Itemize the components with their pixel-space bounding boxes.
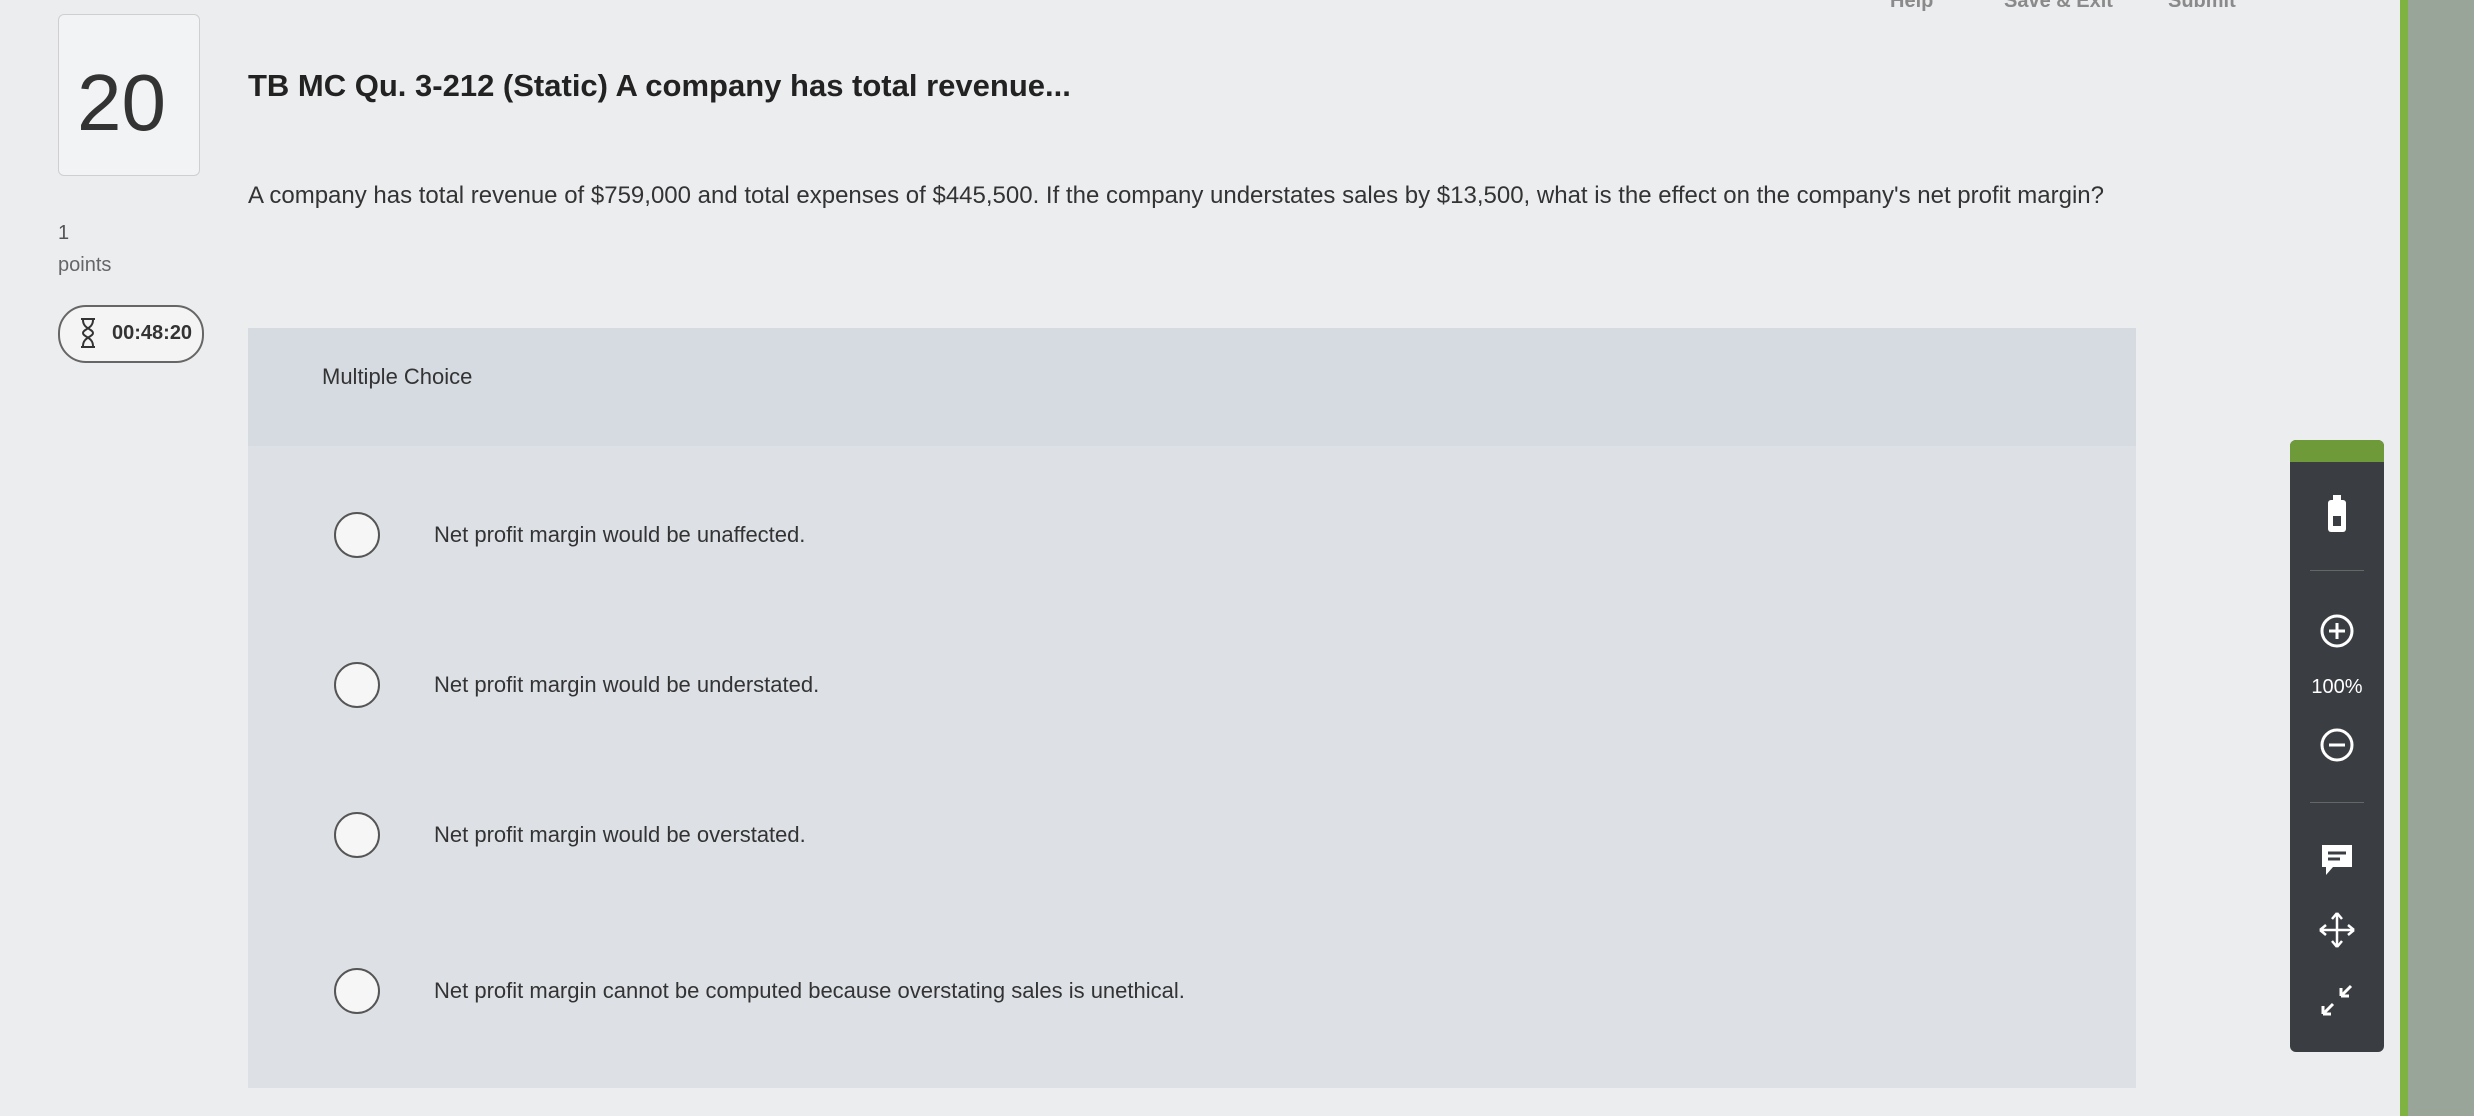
- answer-option-text: Net profit margin would be unaffected.: [434, 522, 806, 547]
- battery-icon: [2328, 495, 2346, 532]
- radio-button[interactable]: [334, 512, 380, 558]
- green-accent-bar: [2400, 0, 2408, 1116]
- zoom-out-button[interactable]: [2290, 726, 2384, 769]
- toolbar-divider: [2310, 570, 2364, 571]
- zoom-level: 100%: [2311, 676, 2363, 698]
- expand-button[interactable]: [2290, 980, 2384, 1025]
- zoom-in-button[interactable]: [2290, 612, 2384, 655]
- answer-option-text: Net profit margin would be understated.: [434, 672, 820, 697]
- comment-button[interactable]: [2290, 842, 2384, 883]
- multiple-choice-header: Multiple Choice: [248, 328, 2136, 446]
- answer-option[interactable]: Net profit margin would be understated.: [334, 650, 2054, 730]
- answer-option[interactable]: Net profit margin cannot be computed bec…: [334, 956, 2054, 1036]
- move-icon: [2319, 912, 2355, 948]
- hourglass-icon: [81, 318, 95, 348]
- toolbar-drag-handle[interactable]: [2290, 440, 2384, 462]
- points-value: 1: [58, 222, 70, 244]
- submit-button[interactable]: Submit: [2168, 0, 2236, 13]
- timer[interactable]: 00:48:20: [58, 305, 204, 363]
- window-edge: [2408, 0, 2474, 1116]
- answer-option[interactable]: Net profit margin would be overstated.: [334, 800, 2054, 880]
- toolbar-divider: [2310, 802, 2364, 803]
- radio-button[interactable]: [334, 812, 380, 858]
- answer-option[interactable]: Net profit margin would be unaffected.: [334, 500, 2054, 580]
- reader-toolbar: 100%: [2290, 440, 2384, 1052]
- radio-button[interactable]: [334, 968, 380, 1014]
- answer-option-text: Net profit margin cannot be computed bec…: [434, 978, 1185, 1003]
- radio-button[interactable]: [334, 662, 380, 708]
- timer-text: 00:48:20: [112, 322, 193, 344]
- expand-icon: [2321, 984, 2353, 1016]
- battery-button[interactable]: [2290, 494, 2384, 539]
- move-button[interactable]: [2290, 910, 2384, 955]
- question-number: 20: [77, 58, 166, 147]
- points-label: points: [58, 254, 112, 276]
- help-link[interactable]: Help: [1890, 0, 1933, 13]
- save-exit-button[interactable]: Save & Exit: [2004, 0, 2113, 13]
- answer-option-text: Net profit margin would be overstated.: [434, 822, 806, 847]
- multiple-choice-panel: Multiple Choice Net profit margin would …: [248, 328, 2136, 1088]
- zoom-out-icon: [2320, 728, 2354, 762]
- comment-icon: [2322, 845, 2352, 875]
- question-text: A company has total revenue of $759,000 …: [248, 182, 2105, 209]
- question-number-box: 20: [58, 14, 200, 176]
- multiple-choice-label: Multiple Choice: [322, 364, 473, 389]
- zoom-in-icon: [2320, 614, 2354, 648]
- question-title: TB MC Qu. 3-212 (Static) A company has t…: [248, 68, 1071, 103]
- top-action-bar: Help Save & Exit Submit: [1890, 0, 2310, 14]
